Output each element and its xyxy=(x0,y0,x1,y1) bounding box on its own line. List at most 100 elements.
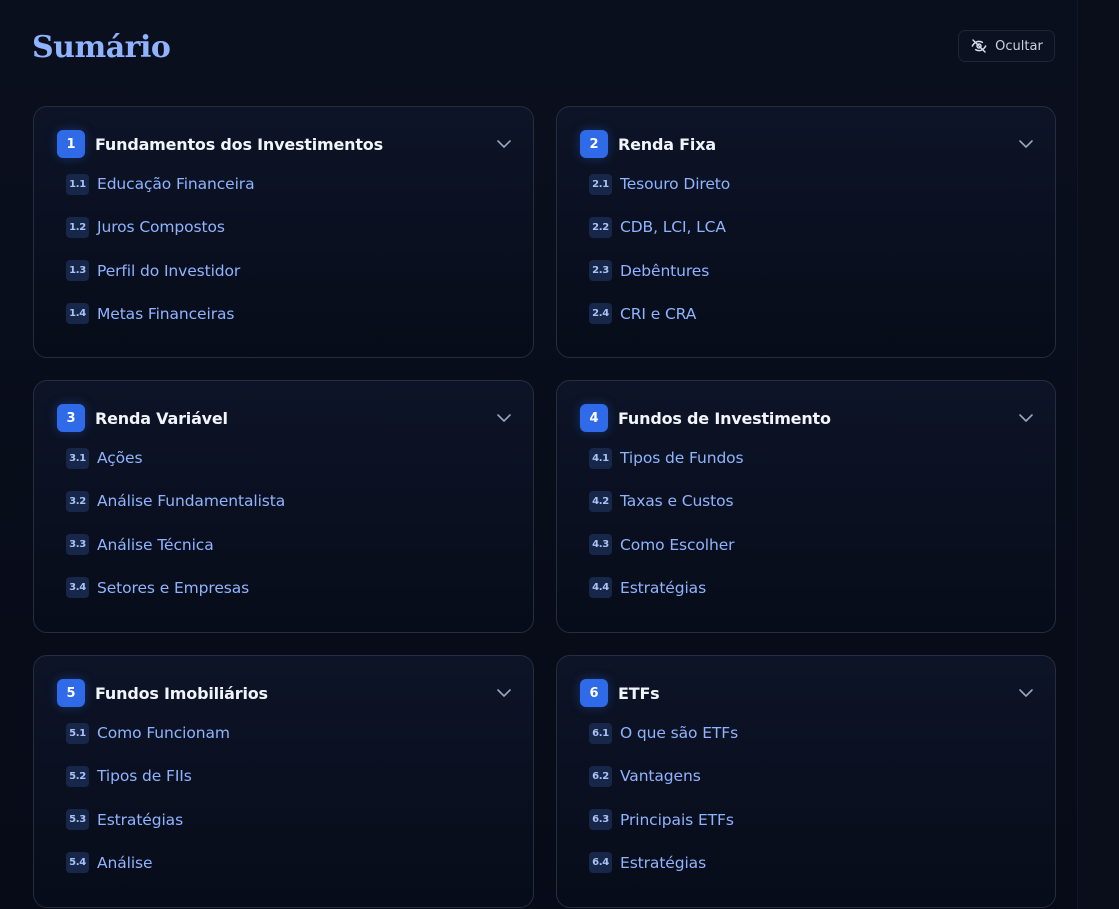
section-header[interactable]: 6 ETFs xyxy=(580,679,1035,707)
item-number-badge: 6.4 xyxy=(589,852,612,874)
item-number-badge: 1.2 xyxy=(66,216,89,238)
section-item[interactable]: 2.1 Tesouro Direto xyxy=(589,173,1035,195)
item-number-badge: 2.1 xyxy=(589,173,612,195)
section-header[interactable]: 2 Renda Fixa xyxy=(580,130,1035,158)
item-number-badge: 6.1 xyxy=(589,722,612,744)
item-label: Juros Compostos xyxy=(97,218,225,237)
section-item[interactable]: 3.4 Setores e Empresas xyxy=(66,577,513,599)
chevron-down-icon[interactable] xyxy=(1017,409,1035,427)
item-number-badge: 5.3 xyxy=(66,809,89,831)
section-item[interactable]: 4.3 Como Escolher xyxy=(589,534,1035,556)
chevron-down-icon[interactable] xyxy=(1017,684,1035,702)
section-title: Fundamentos dos Investimentos xyxy=(95,134,383,154)
item-label: Análise Técnica xyxy=(97,535,214,554)
item-number-badge: 1.3 xyxy=(66,260,89,282)
item-number-badge: 5.1 xyxy=(66,722,89,744)
section-card: 1 Fundamentos dos Investimentos 1.1 Educa… xyxy=(33,106,534,358)
section-item[interactable]: 2.3 Debêntures xyxy=(589,260,1035,282)
section-item[interactable]: 2.4 CRI e CRA xyxy=(589,303,1035,325)
item-number-badge: 2.4 xyxy=(589,303,612,325)
item-number-badge: 3.3 xyxy=(66,534,89,556)
section-item[interactable]: 2.2 CDB, LCI, LCA xyxy=(589,216,1035,238)
section-item[interactable]: 4.1 Tipos de Fundos xyxy=(589,447,1035,469)
section-item[interactable]: 3.2 Análise Fundamentalista xyxy=(66,490,513,512)
section-item[interactable]: 1.2 Juros Compostos xyxy=(66,216,513,238)
item-label: Estratégias xyxy=(97,810,184,829)
section-items: 1.1 Educação Financeira 1.2 Juros Composto… xyxy=(66,173,513,346)
item-number-badge: 4.4 xyxy=(589,577,612,599)
item-number-badge: 5.4 xyxy=(66,852,89,874)
section-number-badge: 3 xyxy=(57,404,85,432)
sections-grid: 1 Fundamentos dos Investimentos 1.1 Educa… xyxy=(33,106,1056,908)
item-label: Estratégias xyxy=(620,578,707,597)
section-items: 2.1 Tesouro Direto 2.2 CDB, LCI, LCA 2.3 De… xyxy=(589,173,1035,346)
section-number-badge: 1 xyxy=(57,130,85,158)
eye-off-icon xyxy=(970,38,988,54)
section-item[interactable]: 6.3 Principais ETFs xyxy=(589,809,1035,831)
section-card: 4 Fundos de Investimento 4.1 Tipos de Fun… xyxy=(556,380,1056,633)
chevron-down-icon[interactable] xyxy=(495,684,513,702)
section-item[interactable]: 4.2 Taxas e Custos xyxy=(589,490,1035,512)
item-label: Metas Financeiras xyxy=(97,304,235,323)
section-item[interactable]: 3.1 Ações xyxy=(66,447,513,469)
section-header[interactable]: 1 Fundamentos dos Investimentos xyxy=(57,130,513,158)
section-items: 5.1 Como Funcionam 5.2 Tipos de FIIs 5.3 Es… xyxy=(66,722,513,895)
section-card: 2 Renda Fixa 2.1 Tesouro Direto 2.2 CDB, L… xyxy=(556,106,1056,358)
item-label: Análise Fundamentalista xyxy=(97,492,286,511)
summary-page: Sumário Ocultar 1 Fundamentos dos Invest… xyxy=(0,0,1119,909)
section-header[interactable]: 4 Fundos de Investimento xyxy=(580,404,1035,432)
chevron-down-icon[interactable] xyxy=(495,409,513,427)
section-title: ETFs xyxy=(618,683,660,703)
section-items: 4.1 Tipos de Fundos 4.2 Taxas e Custos 4.3… xyxy=(589,447,1035,620)
item-number-badge: 4.2 xyxy=(589,490,612,512)
section-card: 6 ETFs 6.1 O que são ETFs 6.2 Vantagens 6.… xyxy=(556,655,1056,908)
section-item[interactable]: 6.1 O que são ETFs xyxy=(589,722,1035,744)
chevron-down-icon[interactable] xyxy=(495,135,513,153)
item-number-badge: 6.2 xyxy=(589,765,612,787)
section-title: Renda Variável xyxy=(95,408,228,428)
section-number-badge: 2 xyxy=(580,130,608,158)
item-number-badge: 1.4 xyxy=(66,303,89,325)
item-label: Estratégias xyxy=(620,853,707,872)
item-number-badge: 4.3 xyxy=(589,534,612,556)
section-item[interactable]: 5.1 Como Funcionam xyxy=(66,722,513,744)
section-number-badge: 6 xyxy=(580,679,608,707)
section-item[interactable]: 5.3 Estratégias xyxy=(66,809,513,831)
item-label: Como Escolher xyxy=(620,535,735,554)
chevron-down-icon[interactable] xyxy=(1017,135,1035,153)
section-title: Fundos Imobiliários xyxy=(95,683,268,703)
item-number-badge: 3.1 xyxy=(66,447,89,469)
hide-button[interactable]: Ocultar xyxy=(958,30,1055,62)
item-number-badge: 3.4 xyxy=(66,577,89,599)
section-item[interactable]: 1.1 Educação Financeira xyxy=(66,173,513,195)
section-number-badge: 4 xyxy=(580,404,608,432)
item-label: Tipos de Fundos xyxy=(620,449,744,467)
section-item[interactable]: 5.2 Tipos de FIIs xyxy=(66,765,513,787)
section-header[interactable]: 3 Renda Variável xyxy=(57,404,513,432)
item-label: Perfil do Investidor xyxy=(97,261,241,280)
item-label: CDB, LCI, LCA xyxy=(620,218,726,237)
item-label: Taxas e Custos xyxy=(620,492,734,511)
section-item[interactable]: 3.3 Análise Técnica xyxy=(66,534,513,556)
item-label: O que são ETFs xyxy=(620,724,739,742)
item-label: Ações xyxy=(97,449,143,467)
item-label: Análise xyxy=(97,853,153,872)
item-number-badge: 2.2 xyxy=(589,216,612,238)
section-item[interactable]: 5.4 Análise xyxy=(66,852,513,874)
section-item[interactable]: 1.4 Metas Financeiras xyxy=(66,303,513,325)
section-card: 5 Fundos Imobiliários 5.1 Como Funcionam … xyxy=(33,655,534,908)
scrollbar-track[interactable] xyxy=(1077,0,1119,909)
section-item[interactable]: 1.3 Perfil do Investidor xyxy=(66,260,513,282)
section-item[interactable]: 4.4 Estratégias xyxy=(589,577,1035,599)
section-item[interactable]: 6.4 Estratégias xyxy=(589,852,1035,874)
item-label: Debêntures xyxy=(620,261,710,280)
item-number-badge: 5.2 xyxy=(66,765,89,787)
item-label: Como Funcionam xyxy=(97,724,230,742)
item-label: CRI e CRA xyxy=(620,304,697,323)
page-title: Sumário xyxy=(32,30,171,65)
item-number-badge: 3.2 xyxy=(66,490,89,512)
item-label: Tipos de FIIs xyxy=(97,767,192,786)
section-item[interactable]: 6.2 Vantagens xyxy=(589,765,1035,787)
item-label: Tesouro Direto xyxy=(620,175,731,193)
section-header[interactable]: 5 Fundos Imobiliários xyxy=(57,679,513,707)
